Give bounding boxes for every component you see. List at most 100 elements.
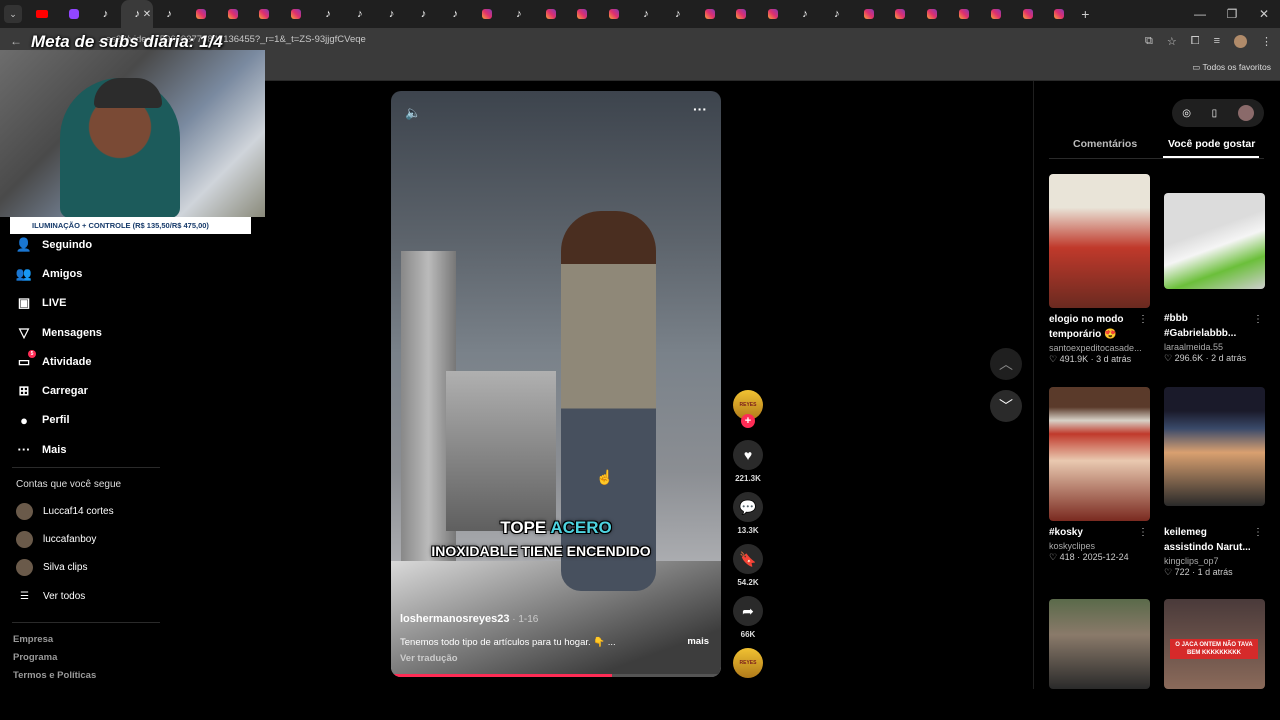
browser-tab[interactable]	[980, 0, 1012, 28]
browser-tab[interactable]	[567, 0, 599, 28]
suggested-video-card[interactable]	[1049, 599, 1150, 689]
suggested-video-card[interactable]: ⋮ #kosky koskyclipes ♡ 418 · 2025-12-24	[1049, 387, 1150, 563]
like-button[interactable]: ♥ 221.3K	[732, 440, 764, 483]
video-description: Tenemos todo tipo de artículos para tu h…	[400, 637, 616, 648]
browser-tab[interactable]	[726, 0, 758, 28]
see-all-link[interactable]: ☰ Ver todos	[16, 591, 85, 602]
card-stats: ♡ 722 · 1 d atrás	[1164, 567, 1233, 577]
more-options-icon[interactable]: ···	[693, 101, 707, 117]
tab-suggested[interactable]: Você pode gostar	[1168, 138, 1255, 150]
browser-tab[interactable]: ♪	[153, 0, 185, 28]
browser-tab[interactable]	[694, 0, 726, 28]
close-tab-icon[interactable]: ✕	[143, 9, 151, 20]
minimize-button[interactable]: —	[1184, 7, 1216, 21]
suggested-video-card[interactable]: O JACA ONTEM NÃO TAVA BEM KKKKKKKKK	[1164, 599, 1265, 689]
footer-link[interactable]: Termos e Políticas	[13, 670, 96, 681]
browser-tab[interactable]: ♪	[821, 0, 853, 28]
translate-link[interactable]: Ver tradução	[400, 653, 458, 664]
browser-tab[interactable]	[471, 0, 503, 28]
browser-tab[interactable]: ♪	[630, 0, 662, 28]
progress-bar[interactable]	[391, 674, 721, 677]
media-icon[interactable]: ≡	[1214, 35, 1220, 48]
cast-icon[interactable]: ⧉	[1145, 35, 1153, 48]
more-options-icon[interactable]: ⋮	[1253, 314, 1263, 325]
browser-tab[interactable]	[916, 0, 948, 28]
phone-icon[interactable]: ▯	[1212, 108, 1218, 119]
save-button[interactable]: 🔖 54.2K	[732, 544, 764, 587]
browser-tab[interactable]	[217, 0, 249, 28]
browser-tab[interactable]	[280, 0, 312, 28]
sidebar-item-carregar[interactable]: ⊞ Carregar	[16, 376, 102, 405]
sidebar-item-mais[interactable]: ··· Mais	[16, 435, 102, 464]
video-author[interactable]: loshermanosreyes23 · 1-16	[400, 613, 538, 625]
back-button[interactable]: ←	[10, 34, 22, 48]
browser-tab[interactable]	[948, 0, 980, 28]
browser-tab[interactable]: ♪	[312, 0, 344, 28]
browser-tab[interactable]	[58, 0, 90, 28]
follow-plus-icon[interactable]: +	[741, 414, 755, 428]
browser-tab[interactable]: ♪	[376, 0, 408, 28]
browser-tab[interactable]	[185, 0, 217, 28]
share-button[interactable]: ➦ 66K	[732, 596, 764, 639]
all-bookmarks[interactable]: ▭ Todos os favoritos	[1192, 62, 1271, 73]
browser-tab[interactable]	[535, 0, 567, 28]
profile-avatar[interactable]	[1234, 35, 1247, 48]
more-options-icon[interactable]: ⋮	[1138, 314, 1148, 325]
browser-tab[interactable]	[757, 0, 789, 28]
creator-avatar[interactable]: REYES +	[732, 390, 764, 428]
video-player[interactable]: 🔈 ··· TOPE ACERO INOXIDABLE TIENE ENCEND…	[391, 91, 721, 677]
browser-tab[interactable]: ♪	[439, 0, 471, 28]
sidebar-item-seguindo[interactable]: 👤 Seguindo	[16, 230, 102, 259]
browser-tab[interactable]	[26, 0, 58, 28]
next-video-button[interactable]: ﹀	[990, 390, 1022, 422]
browser-tab[interactable]: ♪	[662, 0, 694, 28]
card-user: laraalmeida.55	[1164, 342, 1224, 352]
browser-tab[interactable]	[249, 0, 281, 28]
close-window-button[interactable]: ✕	[1248, 7, 1280, 21]
more-options-icon[interactable]: ⋮	[1253, 527, 1263, 538]
browser-tab[interactable]: ♪	[90, 0, 122, 28]
suggested-video-card[interactable]: ⋮ keilemeg assistindo Narut... kingclips…	[1164, 387, 1265, 578]
tab-comments[interactable]: Comentários	[1073, 138, 1137, 150]
sidebar-item-amigos[interactable]: 👥 Amigos	[16, 259, 102, 288]
footer-link[interactable]: Empresa	[13, 634, 53, 645]
browser-tab[interactable]	[1012, 0, 1044, 28]
star-icon[interactable]: ☆	[1167, 35, 1177, 48]
more-icon: ···	[17, 442, 31, 458]
browser-tab[interactable]	[598, 0, 630, 28]
divider	[12, 467, 160, 468]
avatar[interactable]	[1237, 105, 1254, 121]
following-account[interactable]: Luccaf14 cortes	[16, 503, 114, 520]
sound-avatar[interactable]: REYES	[732, 648, 764, 678]
browser-tab[interactable]: ♪	[503, 0, 535, 28]
suggested-video-card[interactable]: ⋮ #bbb #Gabrielabbb... laraalmeida.55 ♡ …	[1164, 193, 1265, 364]
more-options-icon[interactable]: ⋮	[1138, 527, 1148, 538]
sidebar-item-atividade[interactable]: ▭ 5 Atividade	[16, 347, 102, 376]
compass-icon[interactable]: ◎	[1182, 108, 1191, 119]
suggested-video-card[interactable]: ⋮ elogio no modo temporário 😍 santoexped…	[1049, 174, 1150, 365]
browser-tab[interactable]: ♪	[344, 0, 376, 28]
comment-button[interactable]: 💬 13.3K	[732, 492, 764, 535]
more-link[interactable]: mais	[687, 636, 709, 647]
sidebar-item-live[interactable]: ▣ LIVE	[16, 289, 102, 318]
browser-tab[interactable]	[885, 0, 917, 28]
sidebar-item-label: Atividade	[42, 355, 92, 368]
previous-video-button[interactable]: ︿	[990, 348, 1022, 380]
browser-tab[interactable]: ♪	[408, 0, 440, 28]
menu-icon[interactable]: ⋮	[1261, 35, 1272, 48]
tab-search-button[interactable]: ⌄	[4, 5, 22, 23]
browser-tab[interactable]	[1044, 0, 1076, 28]
sidebar-item-perfil[interactable]: ● Perfil	[16, 406, 102, 435]
sidebar-item-mensagens[interactable]: ▽ Mensagens	[16, 318, 102, 347]
volume-icon[interactable]: 🔈	[405, 105, 421, 121]
browser-tab[interactable]: ♪	[789, 0, 821, 28]
footer-link[interactable]: Programa	[13, 652, 57, 663]
browser-tab[interactable]	[853, 0, 885, 28]
new-tab-button[interactable]: +	[1081, 6, 1089, 22]
following-account[interactable]: Silva clips	[16, 559, 87, 576]
extensions-icon[interactable]: ⧠	[1191, 35, 1200, 48]
restore-button[interactable]: ❐	[1216, 7, 1248, 21]
browser-tab[interactable]: ♪ ✕	[121, 0, 154, 28]
following-account[interactable]: luccafanboy	[16, 531, 96, 548]
tab-strip: ⌄ ♪ ♪ ✕ ♪ ♪ ♪ ♪ ♪ ♪ ♪ ♪ ♪ ♪ ♪ + — ❐ ✕	[0, 0, 1280, 28]
